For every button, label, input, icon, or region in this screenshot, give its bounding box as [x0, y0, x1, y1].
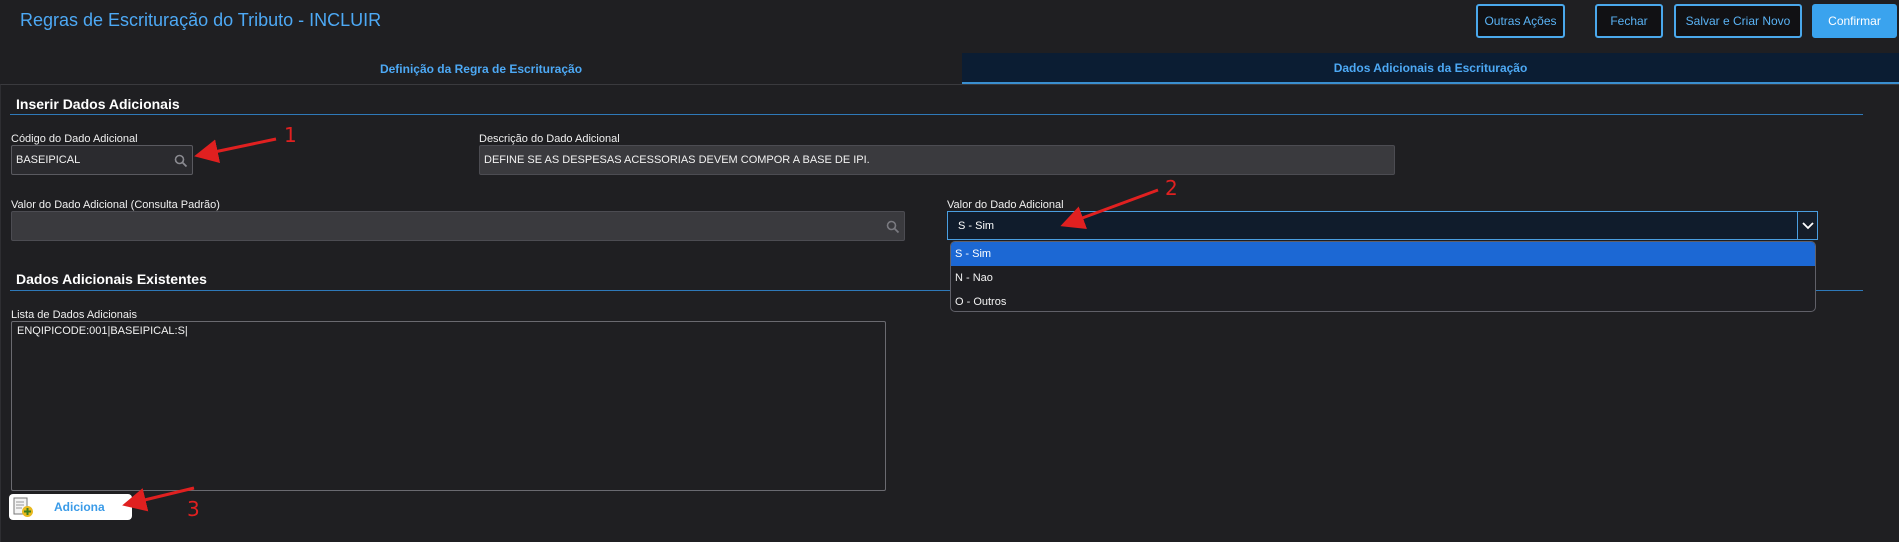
value-select[interactable]: S - Sim [947, 211, 1818, 240]
option-sim[interactable]: S - Sim [951, 242, 1815, 266]
value-label: Valor do Dado Adicional [947, 199, 1064, 211]
description-label: Descrição do Dado Adicional [479, 133, 620, 145]
page-title: Regras de Escrituração do Tributo - INCL… [20, 10, 382, 30]
section-divider [10, 114, 1863, 115]
code-label: Código do Dado Adicional [11, 133, 138, 145]
existing-section-title: Dados Adicionais Existentes [16, 271, 207, 287]
insert-section-title: Inserir Dados Adicionais [16, 96, 180, 112]
close-button[interactable]: Fechar [1595, 4, 1663, 38]
value-query-field[interactable] [11, 211, 905, 241]
add-button[interactable]: Adiciona [9, 494, 132, 520]
search-icon[interactable] [886, 220, 900, 234]
annotation-label-1: 1 [284, 123, 297, 147]
search-icon[interactable] [174, 154, 188, 168]
value-dropdown-menu: S - Sim N - Nao O - Outros [950, 241, 1816, 312]
add-document-icon [13, 497, 33, 517]
annotation-label-3: 3 [187, 497, 200, 521]
tab-additional-data[interactable]: Dados Adicionais da Escrituração [962, 53, 1899, 84]
description-value: DEFINE SE AS DESPESAS ACESSORIAS DEVEM C… [484, 154, 870, 166]
code-value: BASEIPICAL [16, 154, 81, 166]
save-and-new-button[interactable]: Salvar e Criar Novo [1674, 4, 1802, 38]
value-query-label: Valor do Dado Adicional (Consulta Padrão… [11, 199, 220, 211]
option-nao[interactable]: N - Nao [951, 266, 1815, 290]
confirm-button[interactable]: Confirmar [1812, 4, 1897, 38]
annotation-label-2: 2 [1165, 176, 1178, 200]
list-label: Lista de Dados Adicionais [11, 309, 137, 321]
option-outros[interactable]: O - Outros [951, 290, 1815, 311]
add-button-label: Adiciona [54, 500, 105, 514]
other-actions-button[interactable]: Outras Ações [1476, 4, 1565, 38]
code-field[interactable]: BASEIPICAL [11, 145, 193, 175]
value-select-current: S - Sim [958, 219, 995, 232]
additional-data-list[interactable]: ENQIPICODE:001|BASEIPICAL:S| [11, 321, 886, 491]
description-field: DEFINE SE AS DESPESAS ACESSORIAS DEVEM C… [479, 145, 1395, 175]
tab-rule-definition[interactable]: Definição da Regra de Escrituração [0, 53, 962, 84]
chevron-down-icon[interactable] [1797, 212, 1817, 239]
